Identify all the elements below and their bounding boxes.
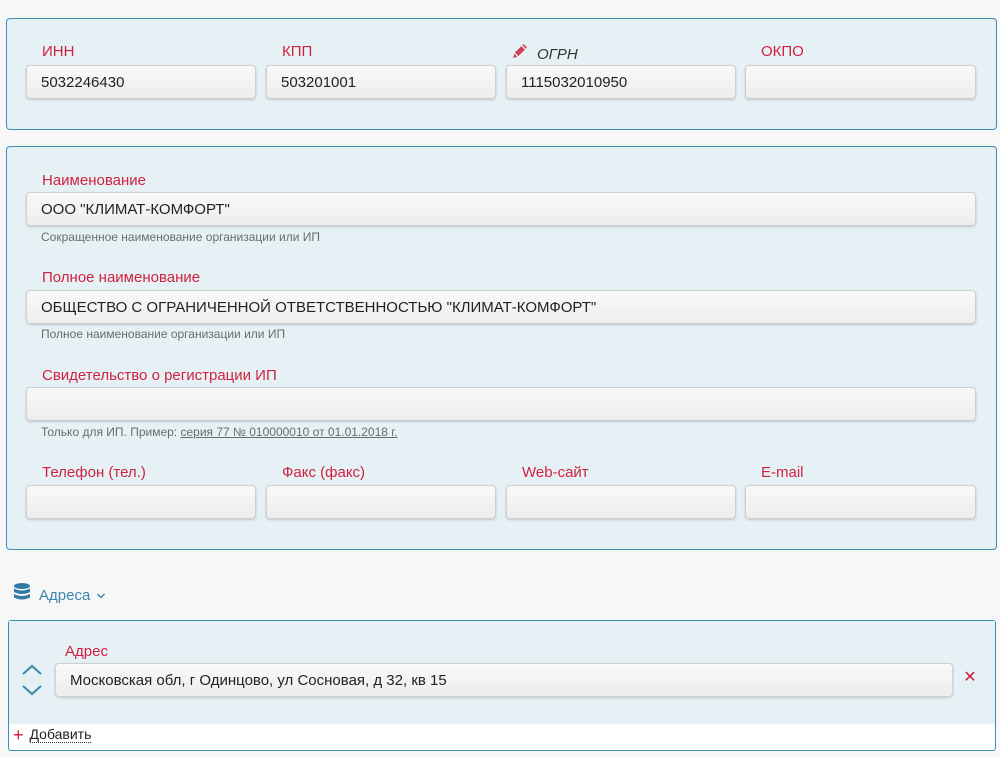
inn-label: ИНН (42, 43, 75, 60)
ip-certificate-example: серия 77 № 010000010 от 01.01.2018 г. (180, 425, 398, 439)
phone-input[interactable] (26, 485, 256, 519)
address-input[interactable] (55, 663, 953, 697)
full-name-label: Полное наименование (42, 269, 201, 286)
addresses-section-label: Адреса (39, 586, 91, 604)
full-name-input[interactable] (26, 290, 976, 324)
fax-input[interactable] (266, 485, 496, 519)
address-label: Адрес (65, 643, 108, 660)
ip-certificate-input[interactable] (26, 387, 976, 421)
kpp-input[interactable] (266, 65, 496, 99)
okpo-input[interactable] (745, 65, 976, 99)
chevron-up-icon[interactable] (21, 663, 43, 679)
name-hint: Сокращенное наименование организации или… (41, 230, 321, 244)
address-item: Адрес ✕ (9, 621, 995, 724)
email-label: E-mail (761, 464, 804, 481)
ogrn-label: ОГРН (510, 41, 578, 65)
plus-icon: + (13, 725, 24, 745)
kpp-label: КПП (282, 43, 313, 60)
phone-label: Телефон (тел.) (42, 464, 146, 481)
website-label: Web-сайт (522, 464, 589, 481)
inn-input[interactable] (26, 65, 256, 99)
address-list: Адрес ✕ + Добавить (8, 620, 996, 751)
reorder-controls (21, 663, 43, 699)
chevron-down-icon (96, 587, 106, 604)
name-label: Наименование (42, 172, 146, 189)
database-icon (12, 582, 32, 608)
okpo-label: ОКПО (761, 43, 804, 60)
ip-certificate-hint-prefix: Только для ИП. Пример: (41, 425, 181, 439)
add-address-button[interactable]: + Добавить (13, 725, 92, 745)
name-input[interactable] (26, 192, 976, 226)
fax-label: Факс (факс) (282, 464, 366, 481)
pencil-icon[interactable] (510, 41, 530, 65)
ogrn-label-text: ОГРН (537, 46, 578, 63)
ip-certificate-label: Свидетельство о регистрации ИП (42, 367, 277, 384)
ogrn-input[interactable] (506, 65, 736, 99)
email-input[interactable] (745, 485, 976, 519)
add-address-label: Добавить (29, 726, 92, 743)
close-icon[interactable]: ✕ (961, 669, 979, 687)
ip-certificate-hint: Только для ИП. Пример: серия 77 № 010000… (41, 425, 398, 439)
website-input[interactable] (506, 485, 736, 519)
full-name-hint: Полное наименование организации или ИП (41, 327, 286, 341)
addresses-section-toggle[interactable]: Адреса (12, 582, 106, 608)
chevron-down-icon[interactable] (21, 683, 43, 699)
